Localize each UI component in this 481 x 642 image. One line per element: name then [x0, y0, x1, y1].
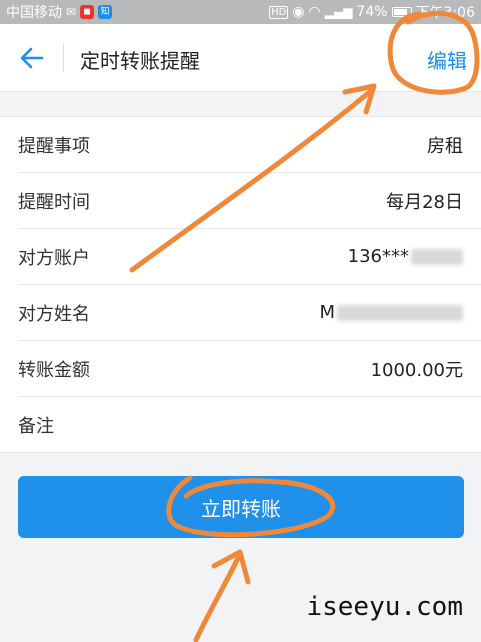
carrier-name: 中国移动 — [6, 5, 62, 21]
detail-label: 对方姓名 — [18, 303, 90, 325]
battery-percent: 74% — [356, 4, 388, 20]
nav-divider — [63, 44, 64, 72]
eye-icon: ◉ — [292, 4, 305, 20]
hd-icon: HD — [269, 5, 289, 19]
redaction-blur — [411, 249, 463, 265]
detail-row-amount: 转账金额 1000.00元 — [18, 341, 481, 397]
detail-value: M — [319, 302, 335, 323]
redaction-blur — [337, 305, 463, 321]
detail-value: 房租 — [427, 135, 463, 157]
zhihu-icon: 知 — [98, 5, 113, 19]
clock: 下午3:06 — [415, 5, 475, 21]
detail-row-payee-account: 对方账户 136*** — [18, 229, 481, 285]
detail-row-remark: 备注 — [18, 397, 481, 452]
detail-row-reminder-item: 提醒事项 房租 — [18, 117, 481, 173]
page-title: 定时转账提醒 — [80, 49, 200, 73]
app-notification-icon: ◼ — [80, 5, 95, 19]
detail-label: 转账金额 — [18, 359, 90, 381]
detail-value-masked: 136*** — [348, 246, 463, 267]
navigation-bar: 定时转账提醒 编辑 — [0, 24, 481, 92]
arrow-left-icon — [20, 47, 44, 69]
battery-icon — [391, 7, 412, 17]
detail-label: 提醒时间 — [18, 191, 90, 213]
detail-value: 每月28日 — [386, 191, 463, 213]
transfer-now-button[interactable]: 立即转账 — [18, 476, 464, 538]
reminder-detail-list: 提醒事项 房租 提醒时间 每月28日 对方账户 136*** 对方姓名 M 转账… — [0, 116, 481, 453]
detail-label: 对方账户 — [18, 247, 90, 269]
notification-icon: ✉ — [66, 5, 77, 19]
status-bar: 中国移动 ✉ ◼ 知 HD ◉ ◠ ▂▄▆ 74% 下午3:06 — [0, 0, 481, 24]
detail-label: 备注 — [18, 415, 54, 437]
annotation-arrow-to-transfer — [193, 549, 251, 642]
detail-row-reminder-time: 提醒时间 每月28日 — [18, 173, 481, 229]
detail-value-masked: M — [319, 302, 463, 323]
wifi-icon: ◠ — [308, 4, 321, 20]
detail-value: 136*** — [347, 246, 409, 267]
status-bar-left: 中国移动 ✉ ◼ 知 — [6, 2, 113, 22]
detail-label: 提醒事项 — [18, 135, 90, 157]
back-button[interactable] — [18, 44, 46, 72]
status-bar-right: HD ◉ ◠ ▂▄▆ 74% 下午3:06 — [269, 2, 475, 22]
detail-value: 1000.00元 — [370, 359, 463, 381]
edit-button[interactable]: 编辑 — [427, 45, 467, 74]
signal-icon: ▂▄▆ — [324, 5, 353, 19]
watermark: iseeyu.com — [306, 592, 463, 622]
detail-row-payee-name: 对方姓名 M — [18, 285, 481, 341]
